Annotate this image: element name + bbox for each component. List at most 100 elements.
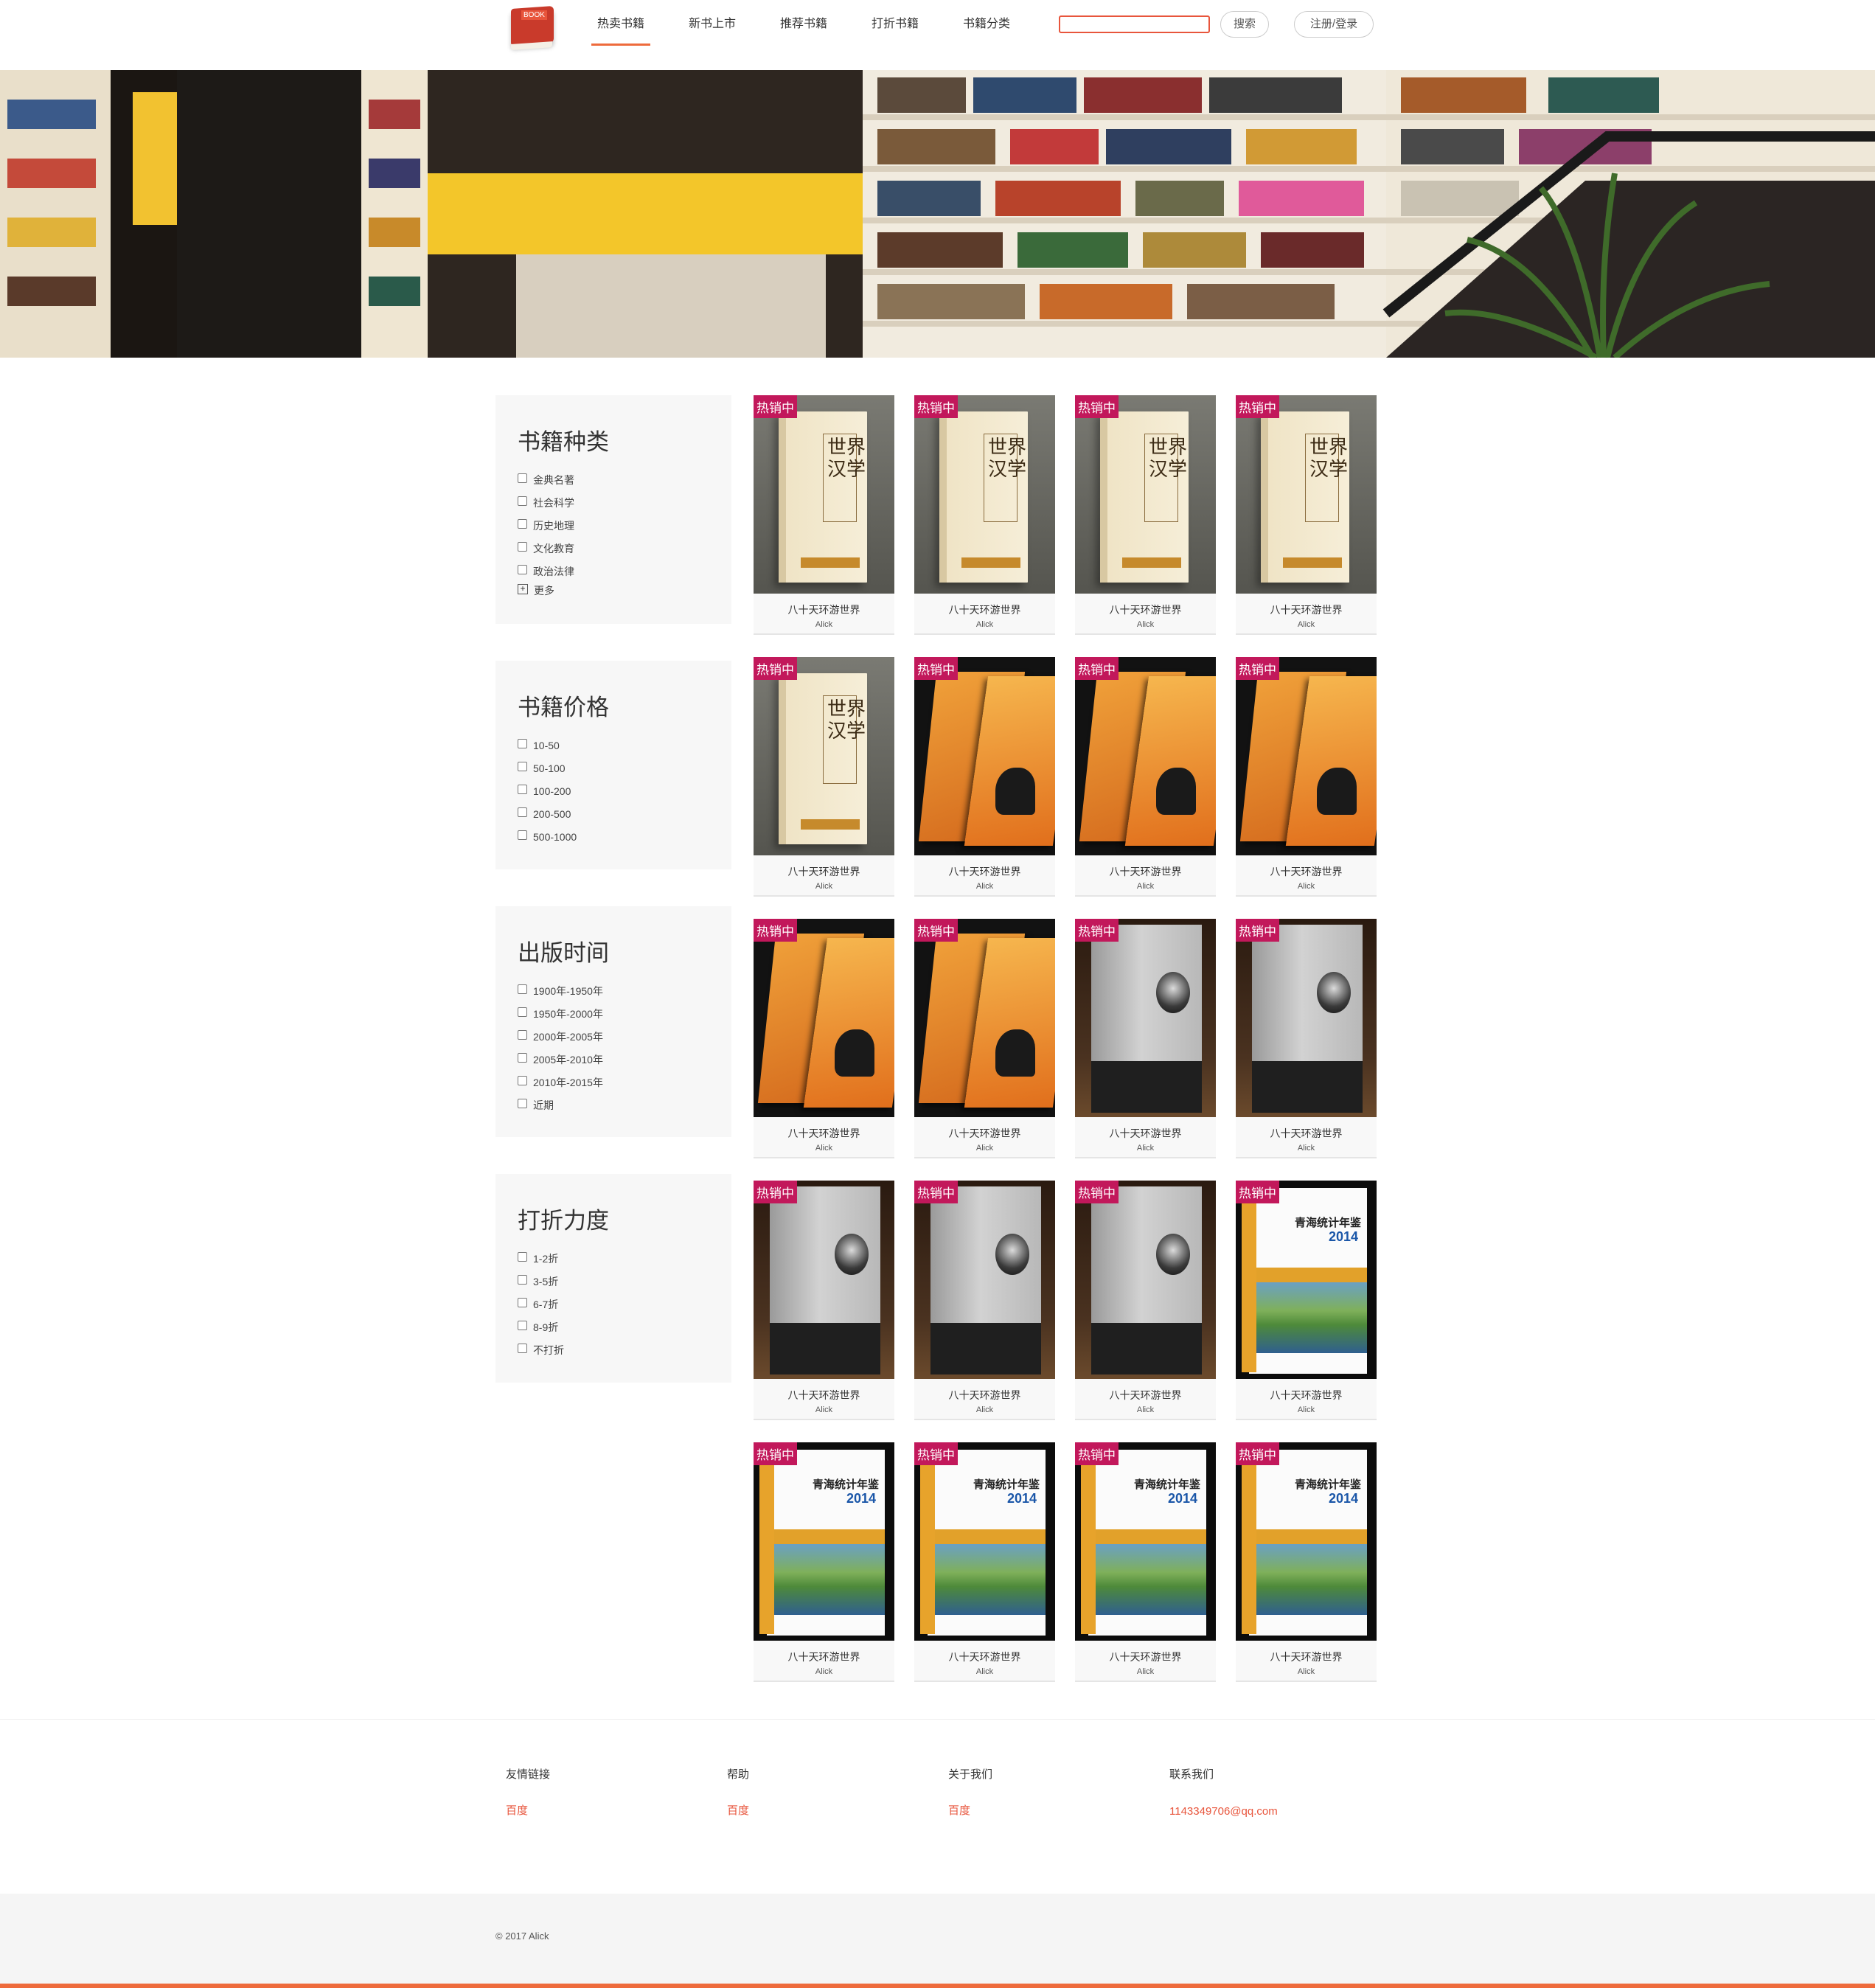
search-button[interactable]: 搜索 <box>1220 11 1269 38</box>
book-card[interactable]: 热销中 八十天环游世界 Alick <box>914 919 1055 1158</box>
nav-book-categories[interactable]: 书籍分类 <box>941 0 1032 52</box>
book-card[interactable]: 青海统计年鉴 2014 热销中 八十天环游世界 Alick <box>1075 1442 1216 1682</box>
book-cover-image[interactable]: 热销中 <box>1075 657 1216 855</box>
checkbox[interactable] <box>518 542 527 552</box>
book-card[interactable]: 热销中 八十天环游世界 Alick <box>914 1181 1055 1420</box>
book-cover-image[interactable]: 世界汉学 热销中 <box>914 395 1055 594</box>
checkbox[interactable] <box>518 1007 527 1017</box>
filter-option[interactable]: 500-1000 <box>518 825 731 848</box>
checkbox[interactable] <box>518 519 527 529</box>
checkbox[interactable] <box>518 496 527 506</box>
book-title[interactable]: 八十天环游世界 <box>914 864 1055 879</box>
book-cover-image[interactable]: 青海统计年鉴 2014 热销中 <box>754 1442 894 1641</box>
filter-option[interactable]: 3-5折 <box>518 1270 731 1293</box>
filter-option[interactable]: 100-200 <box>518 779 731 802</box>
checkbox[interactable] <box>518 785 527 794</box>
book-cover-image[interactable]: 热销中 <box>754 919 894 1117</box>
nav-hot-books[interactable]: 热卖书籍 <box>575 0 667 52</box>
book-title[interactable]: 八十天环游世界 <box>754 864 894 879</box>
book-card[interactable]: 世界汉学 热销中 八十天环游世界 Alick <box>914 395 1055 635</box>
book-cover-image[interactable]: 青海统计年鉴 2014 热销中 <box>1075 1442 1216 1641</box>
checkbox[interactable] <box>518 830 527 840</box>
checkbox[interactable] <box>518 1053 527 1063</box>
filter-option[interactable]: 10-50 <box>518 734 731 757</box>
book-card[interactable]: 世界汉学 热销中 八十天环游世界 Alick <box>1236 395 1377 635</box>
checkbox[interactable] <box>518 565 527 574</box>
book-cover-image[interactable]: 热销中 <box>914 1181 1055 1379</box>
filter-option[interactable]: 200-500 <box>518 802 731 825</box>
book-card[interactable]: 热销中 八十天环游世界 Alick <box>1075 1181 1216 1420</box>
checkbox[interactable] <box>518 1344 527 1353</box>
checkbox[interactable] <box>518 739 527 748</box>
book-title[interactable]: 八十天环游世界 <box>1075 1388 1216 1403</box>
book-title[interactable]: 八十天环游世界 <box>914 602 1055 617</box>
logo[interactable]: BOOK <box>505 4 557 49</box>
book-title[interactable]: 八十天环游世界 <box>1075 864 1216 879</box>
checkbox[interactable] <box>518 984 527 994</box>
book-title[interactable]: 八十天环游世界 <box>914 1126 1055 1141</box>
filter-option[interactable]: 8-9折 <box>518 1316 731 1338</box>
filter-option[interactable]: 2010年-2015年 <box>518 1071 731 1094</box>
book-title[interactable]: 八十天环游世界 <box>914 1650 1055 1664</box>
book-cover-image[interactable]: 青海统计年鉴 2014 热销中 <box>1236 1181 1377 1379</box>
nav-discount-books[interactable]: 打折书籍 <box>849 0 941 52</box>
nav-recommended-books[interactable]: 推荐书籍 <box>758 0 849 52</box>
checkbox[interactable] <box>518 1252 527 1262</box>
book-cover-image[interactable]: 青海统计年鉴 2014 热销中 <box>914 1442 1055 1641</box>
filter-option[interactable]: 政治法律 <box>518 560 731 583</box>
book-cover-image[interactable]: 世界汉学 热销中 <box>1236 395 1377 594</box>
book-title[interactable]: 八十天环游世界 <box>1236 1126 1377 1141</box>
nav-new-books[interactable]: 新书上市 <box>667 0 758 52</box>
filter-option[interactable]: 近期 <box>518 1094 731 1116</box>
more-categories-toggle[interactable]: + 更多 <box>518 583 731 599</box>
book-card[interactable]: 热销中 八十天环游世界 Alick <box>1075 919 1216 1158</box>
book-card[interactable]: 青海统计年鉴 2014 热销中 八十天环游世界 Alick <box>1236 1181 1377 1420</box>
book-title[interactable]: 八十天环游世界 <box>754 1650 894 1664</box>
book-card[interactable]: 热销中 八十天环游世界 Alick <box>1236 919 1377 1158</box>
filter-option[interactable]: 历史地理 <box>518 514 731 537</box>
book-title[interactable]: 八十天环游世界 <box>754 1388 894 1403</box>
book-title[interactable]: 八十天环游世界 <box>1236 1650 1377 1664</box>
book-title[interactable]: 八十天环游世界 <box>1236 602 1377 617</box>
filter-option[interactable]: 社会科学 <box>518 491 731 514</box>
book-cover-image[interactable]: 热销中 <box>914 657 1055 855</box>
book-title[interactable]: 八十天环游世界 <box>1075 1650 1216 1664</box>
footer-link-baidu[interactable]: 百度 <box>948 1802 992 1818</box>
filter-option[interactable]: 金典名著 <box>518 468 731 491</box>
book-card[interactable]: 热销中 八十天环游世界 Alick <box>754 1181 894 1420</box>
book-cover-image[interactable]: 青海统计年鉴 2014 热销中 <box>1236 1442 1377 1641</box>
footer-contact-email[interactable]: 1143349706@qq.com <box>1169 1805 1278 1818</box>
book-card[interactable]: 热销中 八十天环游世界 Alick <box>754 919 894 1158</box>
book-cover-image[interactable]: 热销中 <box>914 919 1055 1117</box>
filter-option[interactable]: 1-2折 <box>518 1247 731 1270</box>
book-cover-image[interactable]: 热销中 <box>1075 1181 1216 1379</box>
book-card[interactable]: 热销中 八十天环游世界 Alick <box>914 657 1055 897</box>
book-cover-image[interactable]: 世界汉学 热销中 <box>1075 395 1216 594</box>
book-cover-image[interactable]: 热销中 <box>754 1181 894 1379</box>
book-card[interactable]: 青海统计年鉴 2014 热销中 八十天环游世界 Alick <box>1236 1442 1377 1682</box>
footer-link-baidu[interactable]: 百度 <box>506 1802 550 1818</box>
search-input[interactable] <box>1059 15 1210 33</box>
filter-option[interactable]: 2005年-2010年 <box>518 1048 731 1071</box>
filter-option[interactable]: 6-7折 <box>518 1293 731 1316</box>
filter-option[interactable]: 不打折 <box>518 1338 731 1361</box>
checkbox[interactable] <box>518 1030 527 1040</box>
checkbox[interactable] <box>518 1076 527 1085</box>
book-cover-image[interactable]: 世界汉学 热销中 <box>754 395 894 594</box>
book-title[interactable]: 八十天环游世界 <box>1236 1388 1377 1403</box>
book-card[interactable]: 青海统计年鉴 2014 热销中 八十天环游世界 Alick <box>914 1442 1055 1682</box>
book-cover-image[interactable]: 热销中 <box>1075 919 1216 1117</box>
login-register-button[interactable]: 注册/登录 <box>1294 11 1374 38</box>
book-card[interactable]: 青海统计年鉴 2014 热销中 八十天环游世界 Alick <box>754 1442 894 1682</box>
checkbox[interactable] <box>518 807 527 817</box>
book-cover-image[interactable]: 热销中 <box>1236 919 1377 1117</box>
book-cover-image[interactable]: 世界汉学 热销中 <box>754 657 894 855</box>
book-title[interactable]: 八十天环游世界 <box>1236 864 1377 879</box>
book-card[interactable]: 世界汉学 热销中 八十天环游世界 Alick <box>754 395 894 635</box>
checkbox[interactable] <box>518 1099 527 1108</box>
filter-option[interactable]: 1950年-2000年 <box>518 1002 731 1025</box>
book-title[interactable]: 八十天环游世界 <box>754 1126 894 1141</box>
filter-option[interactable]: 1900年-1950年 <box>518 979 731 1002</box>
book-card[interactable]: 世界汉学 热销中 八十天环游世界 Alick <box>754 657 894 897</box>
book-title[interactable]: 八十天环游世界 <box>1075 602 1216 617</box>
